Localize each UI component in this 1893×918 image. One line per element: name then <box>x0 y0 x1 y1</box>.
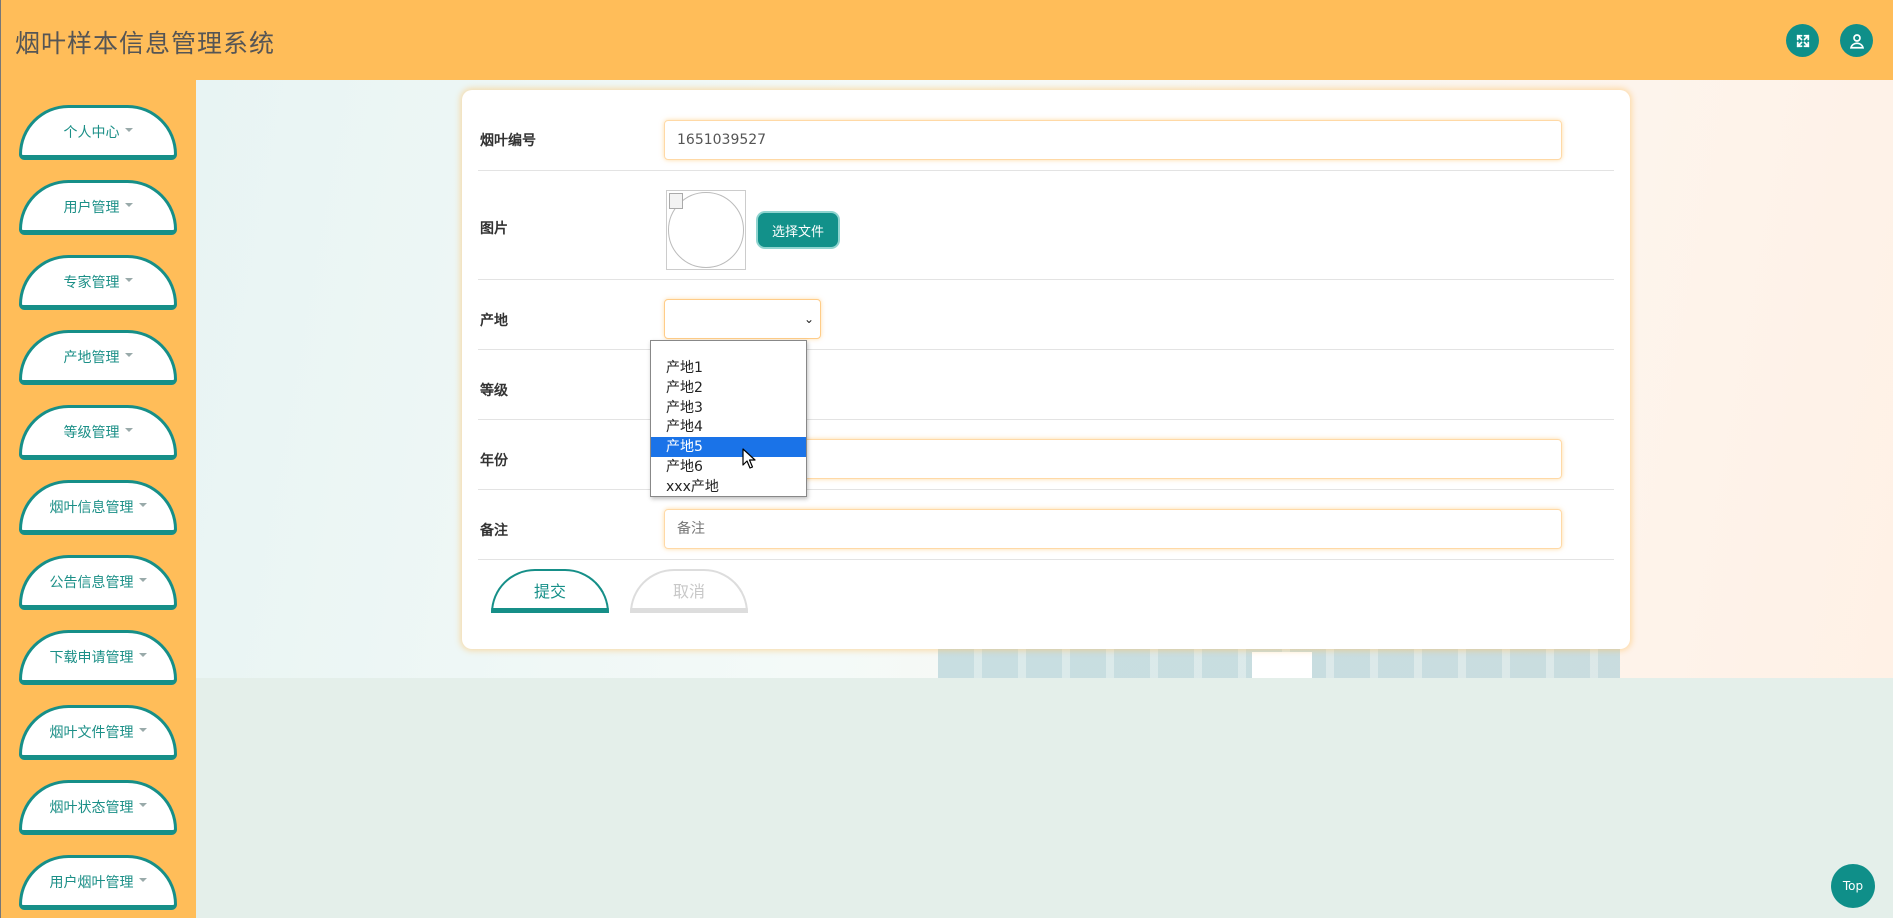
sidebar-item-download-request-management[interactable]: 下载申请管理 <box>19 630 177 685</box>
caret-down-icon <box>124 352 133 357</box>
origin-select[interactable]: ⌄ <box>664 299 821 339</box>
expand-arrows-icon <box>1796 34 1809 47</box>
form-row-remark: 备注 备注 <box>478 490 1614 560</box>
origin-label: 产地 <box>480 313 508 329</box>
dropdown-option[interactable]: 产地1 <box>651 358 806 378</box>
sidebar-item-label: 烟叶信息管理 <box>49 499 134 516</box>
form-row-grade: 等级 <box>478 350 1614 420</box>
caret-down-icon <box>124 127 133 132</box>
submit-button[interactable]: 提交 <box>491 569 609 613</box>
form-row-year: 年份 <box>478 420 1614 490</box>
chevron-down-icon: ⌄ <box>803 312 814 326</box>
sidebar-item-label: 用户烟叶管理 <box>49 874 134 891</box>
form-row-origin: 产地 ⌄ <box>478 280 1614 350</box>
sidebar-item-label: 下载申请管理 <box>49 649 134 666</box>
sidebar-item-user-management[interactable]: 用户管理 <box>19 180 177 235</box>
sidebar-item-label: 专家管理 <box>63 274 120 291</box>
sidebar-item-origin-management[interactable]: 产地管理 <box>19 330 177 385</box>
dropdown-option[interactable]: 产地3 <box>651 398 806 418</box>
caret-down-icon <box>138 727 147 732</box>
sidebar-item-label: 个人中心 <box>63 124 120 141</box>
grade-label: 等级 <box>480 383 508 399</box>
sidebar: 个人中心 用户管理 专家管理 产地管理 等级管理 烟叶信息管理 公告信息管理 下… <box>0 80 196 918</box>
caret-down-icon <box>138 652 147 657</box>
caret-down-icon <box>124 277 133 282</box>
caret-down-icon <box>138 502 147 507</box>
form-row-image: 图片 选择文件 <box>478 171 1614 280</box>
sidebar-item-label: 公告信息管理 <box>49 574 134 591</box>
sidebar-item-grade-management[interactable]: 等级管理 <box>19 405 177 460</box>
sidebar-item-notice-management[interactable]: 公告信息管理 <box>19 555 177 610</box>
remark-input[interactable]: 备注 <box>664 509 1562 549</box>
dropdown-option[interactable]: 产地2 <box>651 378 806 398</box>
dropdown-option[interactable]: 产地4 <box>651 417 806 437</box>
image-label: 图片 <box>480 221 508 237</box>
sidebar-item-tobacco-info-management[interactable]: 烟叶信息管理 <box>19 480 177 535</box>
remark-label: 备注 <box>480 523 508 539</box>
sidebar-item-personal-center[interactable]: 个人中心 <box>19 105 177 160</box>
back-to-top-button[interactable]: Top <box>1831 864 1875 908</box>
sidebar-item-user-tobacco-management[interactable]: 用户烟叶管理 <box>19 855 177 910</box>
origin-dropdown-list: 产地1 产地2 产地3 产地4 产地5 产地6 xxx产地 <box>650 340 807 497</box>
sidebar-item-tobacco-file-management[interactable]: 烟叶文件管理 <box>19 705 177 760</box>
tobacco-form-card: 烟叶编号 1651039527 图片 选择文件 产地 ⌄ 等级 年份 备注 备注… <box>462 90 1630 649</box>
caret-down-icon <box>138 877 147 882</box>
sidebar-item-label: 用户管理 <box>63 199 120 216</box>
sidebar-item-tobacco-status-management[interactable]: 烟叶状态管理 <box>19 780 177 835</box>
top-header: 烟叶样本信息管理系统 <box>0 0 1893 80</box>
caret-down-icon <box>124 427 133 432</box>
code-label: 烟叶编号 <box>480 133 536 149</box>
sidebar-item-label: 烟叶文件管理 <box>49 724 134 741</box>
app-title: 烟叶样本信息管理系统 <box>15 29 276 58</box>
sidebar-item-label: 等级管理 <box>63 424 120 441</box>
choose-file-button[interactable]: 选择文件 <box>758 213 838 247</box>
sidebar-item-label: 产地管理 <box>63 349 120 366</box>
dropdown-option[interactable]: xxx产地 <box>651 477 806 497</box>
sidebar-item-label: 烟叶状态管理 <box>49 799 134 816</box>
caret-down-icon <box>138 802 147 807</box>
background-illustration-detail <box>1252 652 1312 678</box>
user-menu-button[interactable] <box>1840 24 1873 57</box>
caret-down-icon <box>138 577 147 582</box>
code-input[interactable]: 1651039527 <box>664 120 1562 160</box>
year-label: 年份 <box>480 453 508 469</box>
caret-down-icon <box>124 202 133 207</box>
image-preview <box>666 190 746 270</box>
dropdown-option[interactable]: 产地6 <box>651 457 806 477</box>
user-icon <box>1849 33 1864 49</box>
dropdown-option-highlighted[interactable]: 产地5 <box>651 437 806 457</box>
sidebar-item-expert-management[interactable]: 专家管理 <box>19 255 177 310</box>
fullscreen-button[interactable] <box>1786 24 1819 57</box>
cancel-button[interactable]: 取消 <box>630 569 748 613</box>
mouse-cursor-icon <box>742 448 756 469</box>
broken-image-icon <box>669 193 683 209</box>
form-row-code: 烟叶编号 1651039527 <box>478 90 1614 171</box>
